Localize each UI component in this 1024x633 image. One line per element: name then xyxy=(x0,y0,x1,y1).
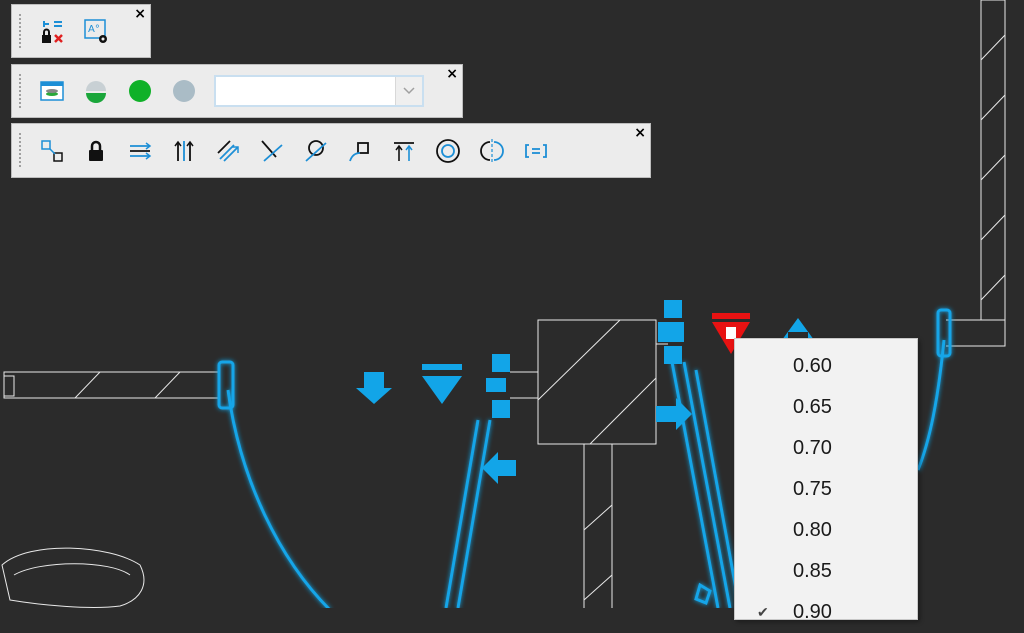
fix-lock-button[interactable] xyxy=(74,129,118,173)
equal-button[interactable] xyxy=(514,129,558,173)
constraint-lock-delete-button[interactable] xyxy=(30,9,74,53)
menu-item-0-85[interactable]: 0.85 xyxy=(735,551,917,592)
toolbar-grip[interactable] xyxy=(18,72,22,110)
symmetric-button[interactable] xyxy=(470,129,514,173)
layer-state-button[interactable] xyxy=(74,69,118,113)
svg-text:A°: A° xyxy=(88,24,100,35)
layer-window-button[interactable] xyxy=(30,69,74,113)
smooth-button[interactable] xyxy=(338,129,382,173)
vertical-icon xyxy=(174,140,194,161)
chevron-down-icon[interactable] xyxy=(395,77,422,105)
menu-item-0-90[interactable]: ✔ 0.90 xyxy=(735,592,917,633)
checkmark-icon: ✔ xyxy=(757,604,769,620)
concentric-button[interactable] xyxy=(426,129,470,173)
menu-item-0-75[interactable]: 0.75 xyxy=(735,469,917,510)
toolbar-grip[interactable] xyxy=(18,12,22,50)
menu-item-0-70[interactable]: 0.70 xyxy=(735,428,917,469)
layer-on-button[interactable] xyxy=(118,69,162,113)
text-settings-button[interactable]: A° xyxy=(74,9,118,53)
text-settings-icon: A° xyxy=(84,19,107,43)
scale-dropdown-menu: 0.60 0.65 0.70 0.75 0.80 0.85 ✔ 0.90 xyxy=(734,338,918,623)
parallel-icon xyxy=(217,139,239,162)
window-layer-icon xyxy=(40,81,64,101)
toolbar-geometric-constraints: × xyxy=(11,123,651,178)
equal-icon xyxy=(525,143,547,158)
tangent-icon xyxy=(305,139,327,162)
half-circle-layer-icon xyxy=(86,81,106,103)
layer-off-button[interactable] xyxy=(162,69,206,113)
concentric-icon xyxy=(436,138,460,163)
green-circle-icon xyxy=(129,80,151,102)
lock-icon xyxy=(89,140,103,161)
menu-item-0-65[interactable]: 0.65 xyxy=(735,387,917,428)
layer-combo-box[interactable] xyxy=(214,75,424,107)
toolbar-grip[interactable] xyxy=(18,131,22,170)
menu-item-label: 0.90 xyxy=(793,601,832,623)
horizontal-button[interactable] xyxy=(118,129,162,173)
coincident-icon xyxy=(41,139,63,162)
collinear-button[interactable] xyxy=(382,129,426,173)
symmetric-icon xyxy=(480,138,504,163)
coincident-button[interactable] xyxy=(30,129,74,173)
vertical-button[interactable] xyxy=(162,129,206,173)
menu-item-0-60[interactable]: 0.60 xyxy=(735,346,917,387)
gray-circle-icon xyxy=(173,80,195,102)
close-icon[interactable]: × xyxy=(446,67,458,81)
collinear-icon xyxy=(394,141,414,161)
toolbar-constraints-small: A° × xyxy=(11,4,151,58)
smooth-icon xyxy=(349,141,369,161)
tangent-button[interactable] xyxy=(294,129,338,173)
perpendicular-icon xyxy=(261,139,283,162)
horizontal-icon xyxy=(130,141,152,160)
constraint-lock-delete-icon xyxy=(42,21,63,43)
parallel-button[interactable] xyxy=(206,129,250,173)
perpendicular-button[interactable] xyxy=(250,129,294,173)
close-icon[interactable]: × xyxy=(134,7,146,21)
menu-item-0-80[interactable]: 0.80 xyxy=(735,510,917,551)
close-icon[interactable]: × xyxy=(634,126,646,140)
toolbar-layers: × xyxy=(11,64,463,118)
